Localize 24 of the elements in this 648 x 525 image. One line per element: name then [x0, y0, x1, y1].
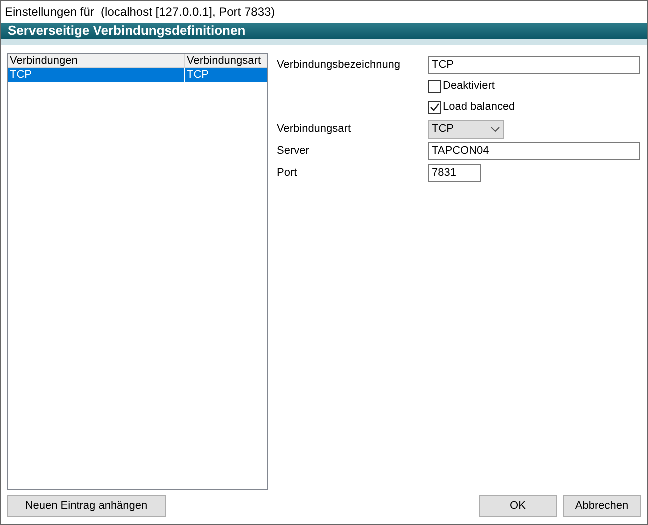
text-field[interactable]: TAPCON04 [428, 142, 640, 160]
column-header[interactable]: Verbindungen [8, 54, 185, 67]
field-label: Verbindungsart [277, 122, 351, 135]
checkbox-label: Deaktiviert [443, 79, 495, 94]
window-title: Einstellungen für (localhost [127.0.0.1], Port 7833) [5, 4, 276, 21]
field-label: Port [277, 166, 298, 179]
table-cell-text: TCP [186, 68, 210, 82]
section-header: Serverseitige Verbindungsdefinitionen [1, 23, 647, 45]
checkbox[interactable] [428, 80, 441, 93]
column-header[interactable]: Verbindungsart [185, 54, 267, 67]
text-field[interactable]: TCP [428, 56, 640, 74]
chevron-down-icon [491, 126, 500, 132]
text-field[interactable]: 7831 [428, 164, 481, 182]
table-cell: TCP [8, 68, 185, 82]
dropdown[interactable]: TCP [428, 120, 504, 138]
field-label: Verbindungsbezeichnung [277, 58, 401, 71]
field-label: Server [277, 144, 310, 157]
list-row[interactable]: TCP TCP [8, 68, 267, 82]
checkbox[interactable] [428, 101, 441, 114]
add-entry-button[interactable]: Neuen Eintrag anhängen [7, 495, 166, 517]
ok-button[interactable]: OK [479, 495, 557, 517]
cancel-button[interactable]: Abbrechen [563, 495, 641, 517]
checkbox-label: Load balanced [443, 100, 516, 116]
checkmark-icon [430, 103, 440, 112]
